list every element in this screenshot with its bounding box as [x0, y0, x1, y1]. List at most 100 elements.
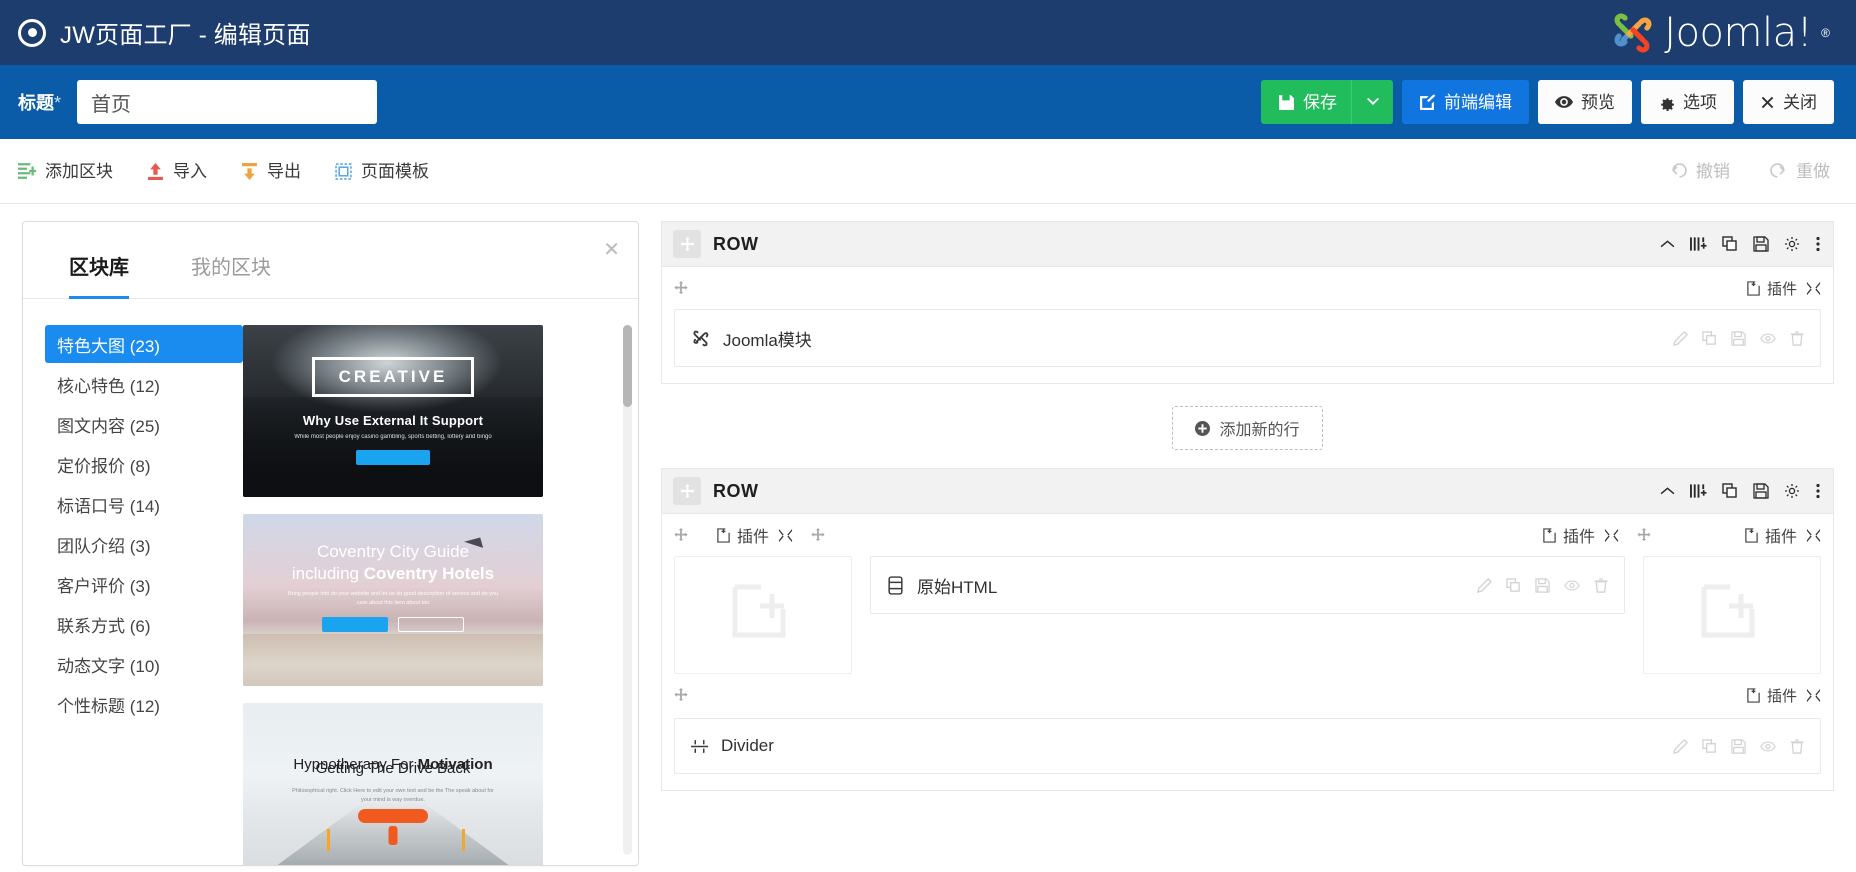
move-icon — [680, 484, 695, 499]
edit-icon[interactable] — [1673, 331, 1688, 346]
save-dropdown[interactable] — [1351, 80, 1393, 124]
row-1-column-settings-icon[interactable] — [1806, 281, 1821, 296]
row-2-move-icon[interactable] — [673, 477, 701, 505]
joomla-module-card[interactable]: Joomla模块 — [674, 309, 1821, 367]
row-2-empty-column-left[interactable] — [674, 556, 852, 674]
row-2-lower-settings-icon[interactable] — [1806, 688, 1821, 703]
add-block-button[interactable]: 添加区块 — [18, 162, 113, 180]
category-item-custom-heading[interactable]: 个性标题 (12) — [45, 685, 243, 723]
edit-icon[interactable] — [1477, 578, 1492, 593]
visibility-icon[interactable] — [1760, 740, 1776, 753]
thumb-hypnotherapy[interactable]: Hypnotherapy For Motivation Getting The … — [243, 703, 543, 865]
thumb-coventry-buttons — [322, 617, 464, 632]
thumb-creative[interactable]: CREATIVE Why Use External It Support Whi… — [243, 325, 543, 497]
undo-label: 撤销 — [1696, 163, 1730, 180]
row-1-settings-icon[interactable] — [1784, 236, 1800, 252]
row-2-lower-move-icon[interactable] — [674, 688, 688, 702]
row-2-col-2-settings-icon[interactable] — [1604, 528, 1619, 543]
save-icon[interactable] — [1731, 331, 1746, 346]
row-2-lower-addon-button[interactable]: 插件 — [1746, 685, 1797, 706]
row-2-collapse-icon[interactable] — [1660, 486, 1675, 496]
category-item-core-features[interactable]: 核心特色 (12) — [45, 365, 243, 403]
category-item-animated-text[interactable]: 动态文字 (10) — [45, 645, 243, 683]
row-2-duplicate-icon[interactable] — [1722, 483, 1738, 499]
category-item-contact[interactable]: 联系方式 (6) — [45, 605, 243, 643]
save-icon[interactable] — [1731, 739, 1746, 754]
row-2-add-column-icon[interactable] — [1690, 483, 1707, 499]
row-2-col-2-addon-button[interactable]: 插件 — [1542, 523, 1595, 547]
row-1-save-icon[interactable] — [1753, 236, 1769, 252]
import-button[interactable]: 导入 — [147, 163, 207, 180]
title-label: 标题* — [18, 89, 61, 115]
thumb-coventry[interactable]: Coventry City Guide including Coventry H… — [243, 514, 543, 686]
row-2-col-3-move-icon[interactable] — [1637, 528, 1651, 542]
row-2-settings-icon[interactable] — [1784, 483, 1800, 499]
category-item-team[interactable]: 团队介绍 (3) — [45, 525, 243, 563]
edit-icon[interactable] — [1673, 739, 1688, 754]
top-bar-left: JW页面工厂 - 编辑页面 — [18, 15, 311, 50]
divider-icon — [691, 738, 708, 755]
close-button[interactable]: 关闭 — [1743, 80, 1834, 124]
row-1-collapse-icon[interactable] — [1660, 239, 1675, 249]
raw-html-card[interactable]: 原始HTML — [870, 556, 1625, 614]
wrench-icon — [1604, 528, 1619, 543]
thumb-coventry-heading-1: Coventry City Guide — [317, 542, 469, 562]
row-2-col-3-settings-icon[interactable] — [1806, 528, 1821, 543]
row-1-move-icon[interactable] — [673, 230, 701, 258]
row-1-column-move-icon[interactable] — [674, 281, 688, 295]
thumb-coventry-heading-bold: Coventry Hotels — [364, 564, 494, 583]
row-1-more-icon[interactable] — [1815, 236, 1821, 252]
add-row-button[interactable]: 添加新的行 — [1172, 406, 1322, 450]
row-2-col-2-move-icon[interactable] — [811, 528, 825, 542]
category-item-slogan[interactable]: 标语口号 (14) — [45, 485, 243, 523]
row-2-col-1-addon-button[interactable]: 插件 — [716, 523, 769, 547]
row-2-header: ROW — [661, 468, 1834, 514]
duplicate-icon[interactable] — [1702, 331, 1717, 346]
category-item-image-text[interactable]: 图文内容 (25) — [45, 405, 243, 443]
delete-icon[interactable] — [1790, 331, 1804, 346]
frontend-edit-button[interactable]: 前端编辑 — [1402, 80, 1529, 124]
visibility-icon[interactable] — [1760, 332, 1776, 345]
joomla-logo: Joomla! ® — [1609, 10, 1834, 56]
redo-icon — [1770, 163, 1787, 180]
sub-toolbar-left: 添加区块 导入 导出 页面模板 — [18, 162, 429, 180]
options-button[interactable]: 选项 — [1641, 80, 1734, 124]
redo-button[interactable]: 重做 — [1770, 163, 1830, 180]
tab-my-blocks[interactable]: 我的区块 — [191, 245, 271, 299]
divider-card[interactable]: Divider — [674, 718, 1821, 774]
thumbnail-scrollbar[interactable] — [623, 325, 632, 855]
category-item-pricing[interactable]: 定价报价 (8) — [45, 445, 243, 483]
row-1-header-left: ROW — [673, 230, 759, 258]
delete-icon[interactable] — [1594, 578, 1608, 593]
visibility-icon[interactable] — [1564, 579, 1580, 592]
row-2-col-1-settings-icon[interactable] — [778, 528, 793, 543]
category-item-testimonials[interactable]: 客户评价 (3) — [45, 565, 243, 603]
thumb-creative-sub: While most people enjoy casino gambling,… — [288, 433, 498, 442]
export-button[interactable]: 导出 — [241, 163, 301, 180]
row-2-col-3-addon-button[interactable]: 插件 — [1744, 523, 1797, 547]
code-icon — [887, 576, 904, 595]
row-2-more-icon[interactable] — [1815, 483, 1821, 499]
row-1-add-column-icon[interactable] — [1690, 236, 1707, 252]
row-2-empty-column-right[interactable] — [1643, 556, 1821, 674]
save-icon[interactable] — [1535, 578, 1550, 593]
duplicate-icon[interactable] — [1506, 578, 1521, 593]
row-1-addon-button[interactable]: 插件 — [1746, 278, 1797, 299]
page-template-button[interactable]: 页面模板 — [335, 163, 429, 180]
undo-button[interactable]: 撤销 — [1670, 163, 1730, 180]
export-label: 导出 — [267, 163, 301, 180]
title-input[interactable] — [77, 80, 377, 124]
tab-block-library[interactable]: 区块库 — [69, 245, 129, 299]
thumbnail-scroll-thumb[interactable] — [623, 325, 632, 407]
trash-icon — [1594, 578, 1608, 593]
delete-icon[interactable] — [1790, 739, 1804, 754]
row-2-save-icon[interactable] — [1753, 483, 1769, 499]
save-button[interactable]: 保存 — [1261, 80, 1351, 124]
category-item-featured[interactable]: 特色大图 (23) — [45, 325, 243, 363]
row-1-duplicate-icon[interactable] — [1722, 236, 1738, 252]
preview-button[interactable]: 预览 — [1538, 80, 1632, 124]
wrench-icon — [1806, 688, 1821, 703]
duplicate-icon[interactable] — [1702, 739, 1717, 754]
row-2-col-1-move-icon[interactable] — [674, 528, 688, 542]
panel-close-icon[interactable]: ✕ — [603, 240, 620, 260]
